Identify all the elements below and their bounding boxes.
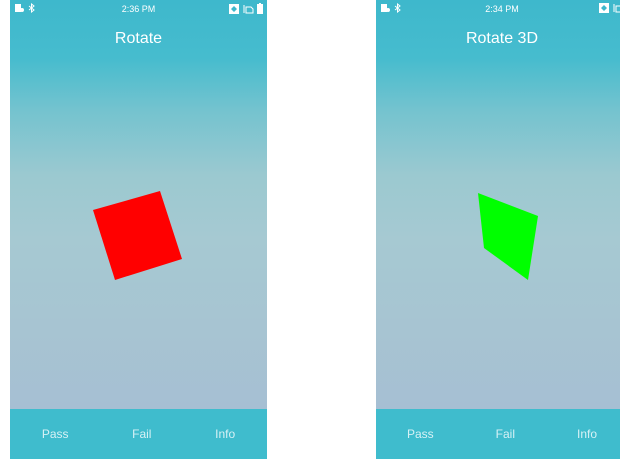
- signal-icon: [599, 3, 609, 13]
- fail-button[interactable]: Fail: [482, 419, 529, 449]
- bottom-bar: Pass Fail Info: [376, 409, 620, 459]
- phone-screen-rotate: 2:36 PM Rotate Pass Fail Info: [10, 0, 267, 459]
- red-rotated-square: [93, 191, 182, 280]
- screen-title: Rotate 3D: [465, 30, 539, 47]
- fail-button[interactable]: Fail: [118, 419, 165, 449]
- status-bar: 2:36 PM: [10, 0, 267, 18]
- signal-icon: [229, 3, 239, 14]
- no-sim-icon: [612, 3, 620, 13]
- pass-button[interactable]: Pass: [393, 419, 448, 449]
- status-time: 2:34 PM: [485, 4, 519, 14]
- info-button[interactable]: Info: [201, 419, 249, 449]
- green-rotated-3d-square: [478, 193, 538, 280]
- canvas-area: [376, 58, 620, 409]
- no-sim-icon: [242, 4, 254, 14]
- phone-screen-rotate-3d: 2:34 PM Rotate 3D Pass Fail Info: [376, 0, 620, 459]
- battery-icon: [257, 3, 263, 14]
- pass-button[interactable]: Pass: [28, 419, 83, 449]
- canvas-area: [10, 58, 267, 409]
- bottom-bar: Pass Fail Info: [10, 409, 267, 459]
- status-bar: 2:34 PM: [376, 0, 620, 18]
- screen-title: Rotate: [114, 30, 163, 47]
- info-button[interactable]: Info: [563, 419, 611, 449]
